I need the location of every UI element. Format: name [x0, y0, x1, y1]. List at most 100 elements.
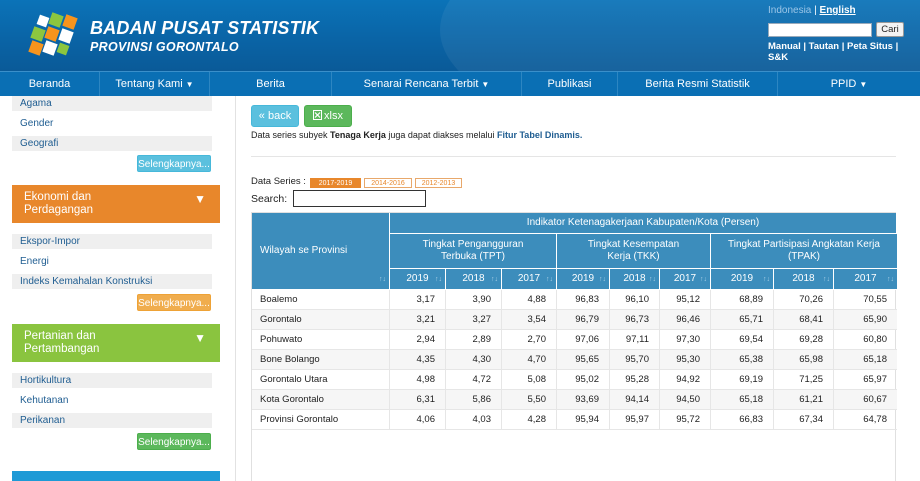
table-cell-value: 61,21 — [774, 390, 834, 410]
sidebar-item-perikanan[interactable]: Perikanan — [12, 413, 212, 428]
nav-label: Tentang Kami — [115, 78, 183, 90]
xlsx-label: xlsx — [324, 110, 343, 122]
sort-icon: ↑↓ — [379, 276, 386, 283]
table-cell-value: 96,73 — [610, 310, 660, 330]
table-cell-value: 6,31 — [390, 390, 446, 410]
nav-brs[interactable]: Berita Resmi Statistik — [618, 72, 778, 97]
category-ekonomi[interactable]: Ekonomi dan Perdagangan ▼ — [12, 185, 220, 223]
table-cell-value: 64,78 — [834, 410, 897, 430]
column-header-label: Wilayah se Provinsi — [260, 245, 348, 256]
note-prefix: Data series subyek — [251, 130, 331, 140]
nav-publikasi[interactable]: Publikasi — [522, 72, 618, 97]
nav-ppid[interactable]: PPID ▼ — [778, 72, 920, 97]
column-header-year[interactable]: 2017 ↑↓ — [834, 269, 897, 290]
nav-senarai[interactable]: Senarai Rencana Terbit ▼ — [332, 72, 522, 97]
table-search-input[interactable] — [293, 190, 426, 207]
sidebar-item-gender[interactable]: Gender — [12, 116, 212, 131]
table-cell-value: 69,54 — [711, 330, 774, 350]
column-header-year[interactable]: 2019 ↑↓ — [711, 269, 774, 290]
site-subtitle[interactable]: PROVINSI GORONTALO — [90, 40, 239, 54]
sort-icon: ↑↓ — [546, 276, 553, 283]
sort-icon: ↑↓ — [649, 276, 656, 283]
table-cell-value: 94,50 — [660, 390, 711, 410]
table-cell-value: 69,28 — [774, 330, 834, 350]
back-button[interactable]: « back — [251, 105, 299, 127]
table-cell-value: 94,92 — [660, 370, 711, 390]
sidebar-item-geografi[interactable]: Geografi — [12, 136, 212, 151]
nav-label: Beranda — [28, 78, 71, 90]
caret-down-icon: ▼ — [481, 80, 490, 89]
table-cell-value: 97,30 — [660, 330, 711, 350]
column-header-year[interactable]: 2018 ↑↓ — [774, 269, 834, 290]
category-title: Pertambangan — [24, 343, 100, 355]
bps-logo[interactable] — [24, 12, 84, 60]
table-cell-value: 95,70 — [610, 350, 660, 370]
year-label: 2017 — [517, 273, 541, 284]
group-header: Indikator Ketenagakerjaan Kabupaten/Kota… — [390, 213, 897, 234]
table-cell-value: 4,06 — [390, 410, 446, 430]
nav-tentang-kami[interactable]: Tentang Kami ▼ — [100, 72, 210, 97]
table-cell-value: 3,21 — [390, 310, 446, 330]
table-cell-value: 4,70 — [502, 350, 557, 370]
column-header-year[interactable]: 2019 ↑↓ — [557, 269, 610, 290]
year-label: 2018 — [792, 273, 815, 284]
nav-label: Publikasi — [547, 78, 592, 90]
table-cell-value: 95,94 — [557, 410, 610, 430]
sidebar-item-energi[interactable]: Energi — [12, 254, 212, 269]
site-title[interactable]: BADAN PUSAT STATISTIK — [90, 18, 319, 39]
triangle-down-icon: ▼ — [194, 331, 206, 345]
category-title: Perdagangan — [24, 204, 94, 216]
sort-icon: ↑↓ — [700, 276, 707, 283]
column-header-year[interactable]: 2017 ↑↓ — [502, 269, 557, 290]
table-cell-value: 96,10 — [610, 290, 660, 310]
site-search-button[interactable]: Cari — [876, 22, 904, 37]
table-cell-value: 97,11 — [610, 330, 660, 350]
sidebar-item-ikk[interactable]: Indeks Kemahalan Konstruksi — [12, 274, 212, 289]
more-button-ekonomi[interactable]: Selengkapnya... — [137, 294, 211, 311]
table-cell-value: 65,97 — [834, 370, 897, 390]
utility-links[interactable]: Manual | Tautan | Peta Situs | S&K — [768, 41, 920, 63]
table-cell-region: Gorontalo — [252, 310, 390, 330]
caret-down-icon: ▼ — [185, 80, 194, 89]
tabel-dinamis-link[interactable]: Fitur Tabel Dinamis. — [497, 130, 582, 140]
year-label: 2019 — [730, 273, 754, 284]
sidebar-item-kehutanan[interactable]: Kehutanan — [12, 393, 212, 408]
table-cell-value: 4,72 — [446, 370, 502, 390]
dataseries-tab-2012-2013[interactable]: 2012-2013 — [415, 178, 462, 188]
table-cell-value: 96,83 — [557, 290, 610, 310]
sidebar-item-hortikultura[interactable]: Hortikultura — [12, 373, 212, 388]
sidebar-item-ekspor-impor[interactable]: Ekspor-Impor — [12, 234, 212, 249]
nav-label: Senarai Rencana Terbit — [363, 78, 479, 90]
site-search-input[interactable] — [768, 23, 872, 37]
sidebar: Agama Gender Geografi Selengkapnya... Ek… — [0, 96, 236, 481]
dataseries-tab-2017-2019[interactable]: 2017-2019 — [310, 178, 361, 188]
column-header-year[interactable]: 2017 ↑↓ — [660, 269, 711, 290]
table-cell-value: 95,30 — [660, 350, 711, 370]
sort-icon: ↑↓ — [887, 276, 894, 283]
nav-label: Berita — [256, 78, 285, 90]
lang-english-link[interactable]: English — [820, 5, 856, 16]
nav-berita[interactable]: Berita — [210, 72, 332, 97]
subgroup-header-tpak: Tingkat Partisipasi Angkatan Kerja (TPAK… — [711, 234, 897, 269]
table-cell-value: 95,72 — [660, 410, 711, 430]
table-cell-value: 95,02 — [557, 370, 610, 390]
site-header: BADAN PUSAT STATISTIK PROVINSI GORONTALO… — [0, 0, 920, 71]
more-button-social[interactable]: Selengkapnya... — [137, 155, 211, 172]
category-pertanian[interactable]: Pertanian dan Pertambangan ▼ — [12, 324, 220, 362]
xlsx-download-button[interactable]: xlsx — [304, 105, 352, 127]
table-cell-value: 65,18 — [834, 350, 897, 370]
column-header-year[interactable]: 2018 ↑↓ — [610, 269, 660, 290]
column-header-region[interactable]: Wilayah se Provinsi ↑↓ — [252, 213, 390, 290]
table-cell-value: 4,03 — [446, 410, 502, 430]
column-header-year[interactable]: 2018 ↑↓ — [446, 269, 502, 290]
sidebar-item-agama[interactable]: Agama — [12, 96, 212, 111]
nav-beranda[interactable]: Beranda — [0, 72, 100, 97]
subgroup-header-tkk: Tingkat Kesempatan Kerja (TKK) — [557, 234, 711, 269]
category-next[interactable] — [12, 471, 220, 481]
lang-indonesia-link[interactable]: Indonesia — [768, 5, 811, 16]
column-header-year[interactable]: 2019 ↑↓ — [390, 269, 446, 290]
more-button-pertanian[interactable]: Selengkapnya... — [137, 433, 211, 450]
dataseries-tab-2014-2016[interactable]: 2014-2016 — [364, 178, 412, 188]
triangle-down-icon: ▼ — [194, 192, 206, 206]
year-label: 2019 — [406, 273, 429, 284]
